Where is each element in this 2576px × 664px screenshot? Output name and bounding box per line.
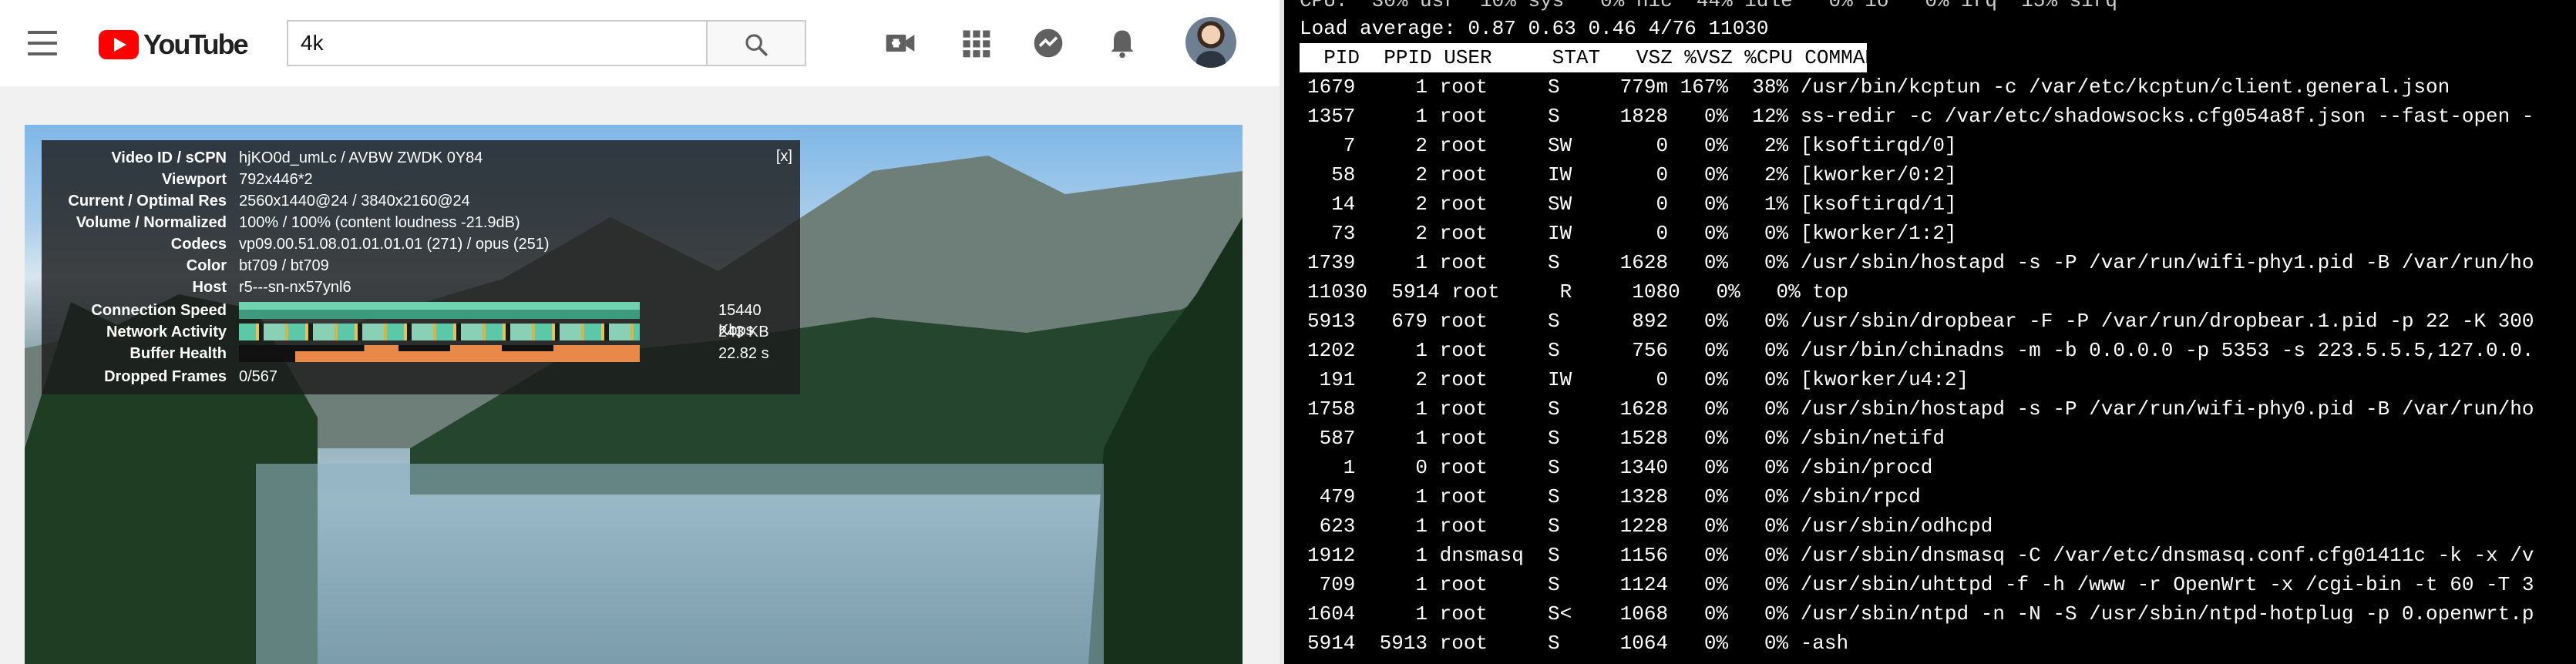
- stats-label: Dropped Frames: [104, 368, 227, 385]
- stats-label: Connection Speed: [91, 302, 227, 319]
- process-row: 1758 1 root S 1628 0% 0% /usr/sbin/hosta…: [1307, 397, 2534, 421]
- stats-row-connection-speed: Connection Speed 15440 Kbps: [42, 300, 800, 339]
- bell-icon[interactable]: [1105, 26, 1139, 60]
- stats-label: Codecs: [170, 236, 227, 253]
- stats-value: vp09.00.51.08.01.01.01.01 (271) / opus (…: [239, 236, 550, 253]
- apps-grid-icon[interactable]: [959, 26, 993, 60]
- stats-row-network-activity: Network Activity 243 KB: [42, 322, 800, 342]
- stats-for-nerds-panel: [x] Video ID / sCPN hjKO0d_umLc / AVBW ZW…: [42, 140, 800, 394]
- terminal-window[interactable]: CPU: 30% usr 10% sys 0% nic 44% idle 0% …: [1284, 0, 2576, 664]
- youtube-play-icon: [99, 30, 139, 59]
- process-row: 1679 1 root S 779m 167% 38% /usr/bin/kcp…: [1307, 75, 2450, 99]
- process-row: 1357 1 root S 1828 0% 12% ss-redir -c /v…: [1307, 105, 2534, 128]
- search-button[interactable]: [706, 20, 806, 66]
- process-row: 1912 1 dnsmasq S 1156 0% 0% /usr/sbin/dn…: [1307, 544, 2534, 567]
- load-average-line: Load average: 0.87 0.63 0.46 4/76 11030: [1300, 17, 1769, 40]
- process-row: 1604 1 root S< 1068 0% 0% /usr/sbin/ntpd…: [1307, 602, 2534, 625]
- youtube-logo[interactable]: YouTube: [99, 28, 249, 62]
- avatar[interactable]: [1185, 17, 1236, 68]
- video-player[interactable]: [x] Video ID / sCPN hjKO0d_umLc / AVBW ZW…: [25, 125, 1243, 664]
- process-row: 479 1 root S 1328 0% 0% /sbin/rpcd: [1307, 485, 1921, 508]
- stats-label: Current / Optimal Res: [68, 193, 227, 210]
- stats-row: Viewport 792x446*2: [42, 169, 800, 189]
- connection-speed-graph: [239, 302, 640, 319]
- process-row: 14 2 root SW 0 0% 1% [ksoftirqd/1]: [1307, 193, 1957, 216]
- stats-row: Host r5---sn-nx57ynl6: [42, 277, 800, 297]
- process-row: 11030 5914 root R 1080 0% 0% top: [1307, 280, 1849, 303]
- video-camera-icon[interactable]: [883, 26, 917, 60]
- cpu-usage-line: CPU: 30% usr 10% sys 0% nic 44% idle 0% …: [1300, 0, 2117, 12]
- buffer-health-graph: [239, 345, 640, 362]
- process-row: 7 2 root SW 0 0% 2% [ksoftirqd/0]: [1307, 134, 1957, 157]
- stats-label: Host: [192, 279, 227, 296]
- stats-value: hjKO0d_umLc / AVBW ZWDK 0Y84: [239, 149, 483, 166]
- stats-value: 243 KB: [718, 324, 769, 340]
- search-icon: [745, 34, 768, 56]
- process-table-header-text: PID PPID USER STAT VSZ %VSZ %CPU COMMAND: [1300, 46, 1889, 69]
- hamburger-menu-icon[interactable]: [28, 31, 57, 55]
- stats-value: 792x446*2: [239, 171, 313, 188]
- stats-label: Viewport: [161, 171, 227, 188]
- youtube-header: YouTube 4k: [0, 0, 1280, 86]
- search-input[interactable]: 4k: [287, 20, 706, 66]
- stats-row: Codecs vp09.00.51.08.01.01.01.01 (271) / …: [42, 234, 800, 254]
- process-row: 5913 679 root S 892 0% 0% /usr/sbin/drop…: [1307, 310, 2534, 333]
- stats-row: Dropped Frames 0/567: [42, 367, 800, 387]
- stats-value: 100% / 100% (content loudness -21.9dB): [239, 214, 520, 231]
- process-row: 5914 5913 root S 1064 0% 0% -ash: [1307, 632, 1849, 655]
- network-activity-graph: [239, 324, 640, 340]
- stats-row-buffer-health: Buffer Health 22.82 s: [42, 344, 800, 364]
- stats-value: 0/567: [239, 368, 278, 385]
- youtube-window: YouTube 4k [x] Video ID / sCPN hjKO0d_umL…: [0, 0, 1280, 664]
- process-row: 73 2 root IW 0 0% 0% [kworker/1:2]: [1307, 222, 1957, 245]
- messages-icon[interactable]: [1031, 26, 1065, 60]
- youtube-logo-text: YouTube: [143, 29, 249, 60]
- process-row: 191 2 root IW 0 0% 0% [kworker/u4:2]: [1307, 368, 1969, 391]
- stats-label: Color: [186, 257, 227, 274]
- stats-row: Video ID / sCPN hjKO0d_umLc / AVBW ZWDK 0…: [42, 148, 800, 168]
- stats-value: 2560x1440@24 / 3840x2160@24: [239, 193, 470, 210]
- stats-value: r5---sn-nx57ynl6: [239, 279, 351, 296]
- stats-row: Color bt709 / bt709: [42, 256, 800, 276]
- stats-label: Network Activity: [106, 324, 227, 340]
- process-row: 1739 1 root S 1628 0% 0% /usr/sbin/hosta…: [1307, 251, 2534, 274]
- process-row: 1202 1 root S 756 0% 0% /usr/bin/chinadn…: [1307, 339, 2534, 362]
- process-row: 1 0 root S 1340 0% 0% /sbin/procd: [1307, 456, 1933, 479]
- stats-value: 22.82 s: [718, 345, 769, 362]
- process-row: 58 2 root IW 0 0% 2% [kworker/0:2]: [1307, 163, 1957, 186]
- stats-value: bt709 / bt709: [239, 257, 329, 274]
- stats-label: Volume / Normalized: [76, 214, 227, 231]
- stats-label: Buffer Health: [129, 345, 227, 362]
- stats-row: Current / Optimal Res 2560x1440@24 / 3840…: [42, 191, 800, 211]
- stats-row: Volume / Normalized 100% / 100% (content …: [42, 213, 800, 233]
- process-row: 623 1 root S 1228 0% 0% /usr/sbin/odhcpd: [1307, 515, 1993, 538]
- stats-label: Video ID / sCPN: [111, 149, 227, 166]
- process-row: 587 1 root S 1528 0% 0% /sbin/netifd: [1307, 427, 1945, 450]
- process-table-header: PID PPID USER STAT VSZ %VSZ %CPU COMMAND: [1300, 43, 1889, 72]
- process-row: 709 1 root S 1124 0% 0% /usr/sbin/uhttpd…: [1307, 573, 2534, 596]
